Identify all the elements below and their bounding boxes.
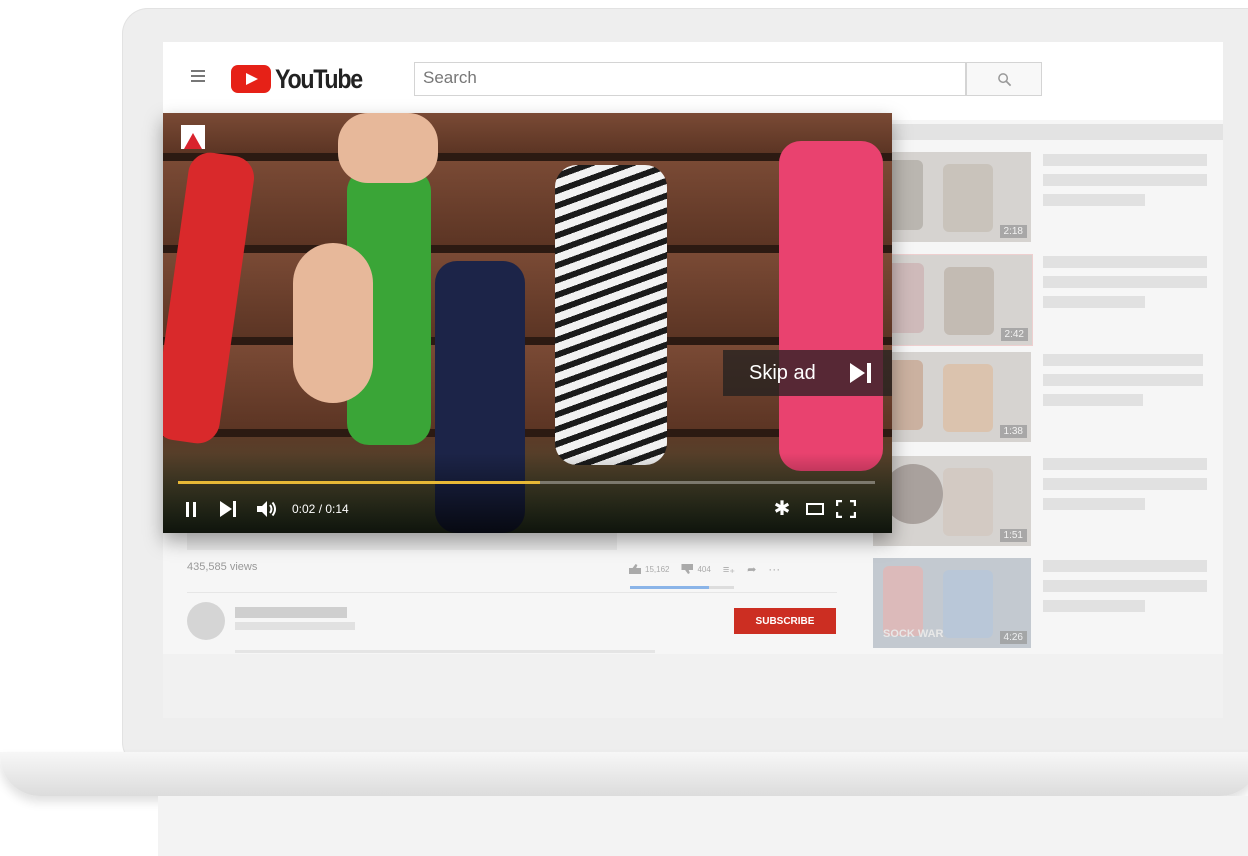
volume-icon[interactable] [255, 498, 279, 520]
view-count: 435,585 views [187, 561, 258, 573]
dislike-button[interactable]: 404 [681, 564, 711, 574]
thumbnail-caption: SOCK WAR [883, 628, 944, 640]
like-button[interactable]: 15,162 [629, 564, 669, 574]
subscribe-button[interactable]: SUBSCRIBE [734, 608, 836, 634]
share-icon: ➦ [747, 563, 757, 576]
controls-overlay [163, 453, 892, 533]
gear-icon[interactable]: ✱ [771, 498, 793, 520]
laptop-base [0, 752, 1248, 796]
thumbs-down-icon [681, 564, 694, 574]
playlist-add-icon: ≡₊ [722, 563, 736, 576]
add-to-playlist-button[interactable]: ≡₊ [723, 563, 735, 576]
more-actions-button[interactable]: ··· [768, 562, 780, 576]
floor-shadow [158, 796, 1248, 856]
theater-mode-icon[interactable] [804, 498, 826, 520]
recommended-video[interactable]: 1:51 [873, 456, 1223, 548]
page-background-strip [891, 124, 1223, 140]
like-count: 15,162 [645, 564, 670, 574]
video-duration: 1:38 [999, 425, 1027, 438]
youtube-logo[interactable]: YouTube [231, 62, 376, 96]
video-actions: 15,162 404 ≡₊ ➦ ··· [629, 562, 780, 576]
striped-sock [555, 165, 667, 465]
recommended-video[interactable]: 2:42 [873, 254, 1223, 346]
skip-ad-label: Skip ad [749, 361, 816, 384]
time-display: 0:02 / 0:14 [292, 502, 349, 516]
search-box [414, 62, 971, 96]
video-duration: 1:51 [999, 529, 1027, 542]
hand-top [338, 113, 438, 183]
search-button[interactable] [966, 62, 1042, 96]
progress-bar[interactable] [178, 481, 875, 484]
youtube-header: YouTube [163, 42, 1223, 120]
divider [187, 592, 837, 593]
video-player[interactable]: Skip ad 0:02 / 0:14 ✱ [163, 113, 892, 533]
video-thumbnail: 1:51 [873, 456, 1031, 546]
fullscreen-icon[interactable] [835, 498, 857, 520]
hamburger-menu-icon[interactable] [191, 70, 205, 82]
share-button[interactable]: ➦ [747, 563, 756, 576]
progress-fill [178, 481, 541, 484]
channel-subtitle-placeholder [235, 622, 355, 630]
pink-rocket-sock [779, 141, 883, 471]
recommended-video[interactable]: 1:38 [873, 352, 1223, 444]
screen-bottom-area [163, 654, 1223, 718]
video-thumbnail: 2:42 [873, 254, 1033, 346]
youtube-play-icon [231, 65, 271, 93]
channel-badge-icon[interactable] [181, 125, 205, 149]
skip-ad-button[interactable]: Skip ad [723, 350, 892, 396]
pause-icon[interactable] [184, 498, 198, 520]
youtube-logo-text: YouTube [275, 63, 363, 94]
description-placeholder [235, 650, 655, 653]
dislike-count: 404 [697, 564, 711, 574]
recommended-video[interactable]: SOCK WAR 4:26 [873, 558, 1223, 650]
thumbs-up-icon [629, 564, 641, 574]
video-thumbnail: 2:18 [873, 152, 1031, 242]
channel-avatar[interactable] [187, 602, 225, 640]
video-duration: 2:18 [999, 225, 1027, 238]
more-icon: ··· [768, 562, 781, 576]
video-thumbnail: 1:38 [873, 352, 1031, 442]
skip-next-icon [849, 362, 874, 384]
sentiment-bar [630, 586, 734, 589]
next-icon[interactable] [218, 498, 238, 520]
search-icon [997, 72, 1011, 86]
recommended-video[interactable]: 2:18 [873, 152, 1223, 244]
search-input[interactable] [415, 63, 971, 93]
hand [293, 243, 373, 403]
video-duration: 4:26 [999, 631, 1027, 644]
video-duration: 2:42 [1000, 328, 1028, 341]
channel-name-placeholder [235, 607, 347, 618]
video-thumbnail: SOCK WAR 4:26 [873, 558, 1031, 648]
